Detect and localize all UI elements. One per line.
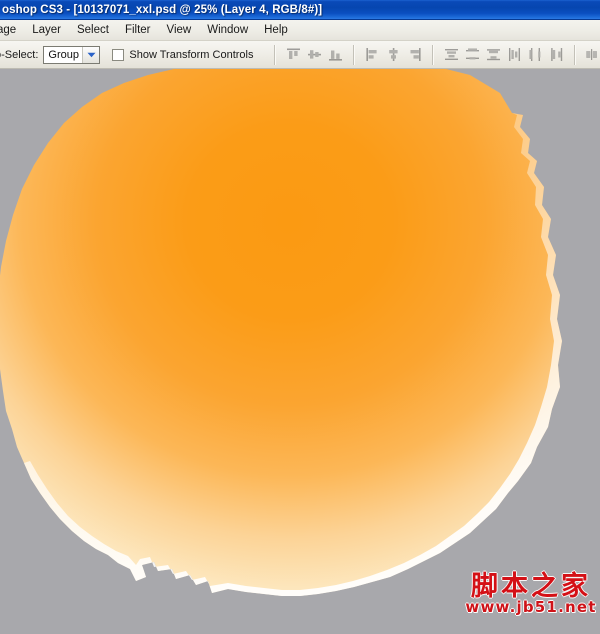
- distribute-top-edges-icon[interactable]: [441, 45, 462, 65]
- menu-layer[interactable]: Layer: [24, 21, 69, 39]
- align-bottom-edges-icon[interactable]: [325, 45, 346, 65]
- align-vertical-centers-icon[interactable]: [304, 45, 325, 65]
- photoshop-window: oshop CS3 - [10137071_xxl.psd @ 25% (Lay…: [0, 0, 600, 634]
- distribute-bottom-edges-icon[interactable]: [483, 45, 504, 65]
- show-transform-controls-option[interactable]: Show Transform Controls: [112, 49, 253, 61]
- divider: [274, 45, 276, 65]
- divider: [353, 45, 355, 65]
- menu-bar: age Layer Select Filter View Window Help: [0, 20, 600, 41]
- menu-help[interactable]: Help: [256, 21, 296, 39]
- show-transform-controls-checkbox[interactable]: [112, 49, 124, 61]
- auto-select-dropdown[interactable]: Group: [43, 46, 100, 64]
- align-top-edges-icon[interactable]: [283, 45, 304, 65]
- menu-select[interactable]: Select: [69, 21, 117, 39]
- distribute-right-edges-icon[interactable]: [546, 45, 567, 65]
- window-title: oshop CS3 - [10137071_xxl.psd @ 25% (Lay…: [0, 4, 322, 16]
- orange-egg-shape[interactable]: [0, 69, 600, 634]
- auto-select-label: o-Select:: [0, 49, 38, 61]
- divider: [574, 45, 576, 65]
- menu-window[interactable]: Window: [199, 21, 256, 39]
- align-horizontal-group: [362, 45, 425, 65]
- align-right-edges-icon[interactable]: [404, 45, 425, 65]
- divider: [432, 45, 434, 65]
- distribute-vertical-group: [441, 45, 504, 65]
- align-horizontal-centers-icon[interactable]: [383, 45, 404, 65]
- document-canvas[interactable]: [0, 69, 600, 634]
- tool-options-bar: o-Select: Group Show Transform Controls: [0, 41, 600, 69]
- distribute-vertical-centers-icon[interactable]: [462, 45, 483, 65]
- menu-filter[interactable]: Filter: [117, 21, 159, 39]
- distribute-left-edges-icon[interactable]: [504, 45, 525, 65]
- show-transform-controls-label: Show Transform Controls: [129, 49, 253, 61]
- auto-align-layers-icon[interactable]: [583, 45, 600, 65]
- auto-select-value: Group: [44, 49, 82, 61]
- align-left-edges-icon[interactable]: [362, 45, 383, 65]
- distribute-horizontal-centers-icon[interactable]: [525, 45, 546, 65]
- menu-image[interactable]: age: [0, 21, 24, 39]
- distribute-horizontal-group: [504, 45, 567, 65]
- align-vertical-group: [283, 45, 346, 65]
- menu-view[interactable]: View: [159, 21, 200, 39]
- chevron-down-icon[interactable]: [82, 47, 99, 63]
- title-bar[interactable]: oshop CS3 - [10137071_xxl.psd @ 25% (Lay…: [0, 0, 600, 20]
